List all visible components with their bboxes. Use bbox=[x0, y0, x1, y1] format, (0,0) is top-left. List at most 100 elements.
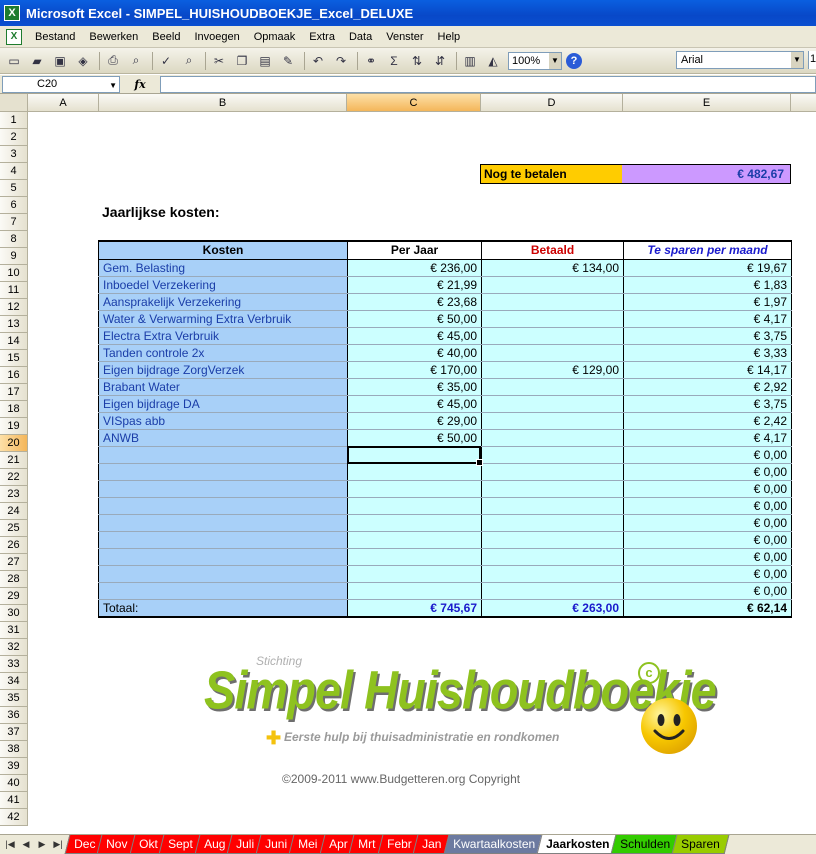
row-header[interactable]: 22 bbox=[0, 469, 28, 486]
cell-kosten[interactable]: Gem. Belasting bbox=[98, 259, 348, 277]
cell-per-jaar[interactable] bbox=[347, 531, 482, 549]
cell-sparen[interactable]: € 0,00 bbox=[623, 548, 792, 566]
row-header[interactable]: 13 bbox=[0, 316, 28, 333]
cell-betaald[interactable] bbox=[481, 531, 624, 549]
cell-kosten[interactable]: VISpas abb bbox=[98, 412, 348, 430]
row-header[interactable]: 15 bbox=[0, 350, 28, 367]
header-sparen[interactable]: Te sparen per maand bbox=[623, 240, 792, 260]
research-icon[interactable]: ⌕ bbox=[179, 51, 199, 71]
next-sheet-icon[interactable]: ▶ bbox=[34, 839, 50, 850]
row-header[interactable]: 7 bbox=[0, 214, 28, 231]
cell-kosten[interactable] bbox=[98, 446, 348, 464]
cell-sparen[interactable]: € 0,00 bbox=[623, 565, 792, 583]
cell-sparen[interactable]: € 0,00 bbox=[623, 497, 792, 515]
cell-sparen[interactable]: € 14,17 bbox=[623, 361, 792, 379]
row-header[interactable]: 16 bbox=[0, 367, 28, 384]
header-per-jaar[interactable]: Per Jaar bbox=[347, 240, 482, 260]
row-header[interactable]: 3 bbox=[0, 146, 28, 163]
cell-kosten[interactable]: Eigen bijdrage ZorgVerzek bbox=[98, 361, 348, 379]
cell-kosten[interactable]: Water & Verwarming Extra Verbruik bbox=[98, 310, 348, 328]
cell-betaald[interactable] bbox=[481, 378, 624, 396]
cell-sparen[interactable]: € 0,00 bbox=[623, 582, 792, 600]
row-header[interactable]: 6 bbox=[0, 197, 28, 214]
column-header-b[interactable]: B bbox=[99, 94, 347, 112]
font-select[interactable]: Arial ▼ bbox=[676, 51, 804, 69]
cell-betaald[interactable] bbox=[481, 310, 624, 328]
column-header-e[interactable]: E bbox=[623, 94, 791, 112]
sort-descending-icon[interactable]: ⇵ bbox=[430, 51, 450, 71]
autosum-icon[interactable]: Σ bbox=[384, 51, 404, 71]
cell-per-jaar[interactable]: € 29,00 bbox=[347, 412, 482, 430]
cell-kosten[interactable] bbox=[98, 497, 348, 515]
row-header[interactable]: 27 bbox=[0, 554, 28, 571]
row-header[interactable]: 10 bbox=[0, 265, 28, 282]
cell-betaald[interactable] bbox=[481, 463, 624, 481]
cell-sparen[interactable]: € 3,33 bbox=[623, 344, 792, 362]
menu-help[interactable]: Help bbox=[431, 26, 468, 48]
cell-sparen[interactable]: € 0,00 bbox=[623, 480, 792, 498]
open-icon[interactable]: ▰ bbox=[27, 51, 47, 71]
cell-per-jaar[interactable]: € 21,99 bbox=[347, 276, 482, 294]
spelling-icon[interactable]: ✓ bbox=[156, 51, 176, 71]
cell-betaald[interactable] bbox=[481, 327, 624, 345]
row-header[interactable]: 38 bbox=[0, 741, 28, 758]
cell-per-jaar[interactable]: € 170,00 bbox=[347, 361, 482, 379]
row-header[interactable]: 42 bbox=[0, 809, 28, 826]
formula-input[interactable] bbox=[160, 75, 816, 93]
cell-sparen[interactable]: € 1,97 bbox=[623, 293, 792, 311]
workbook-icon[interactable]: X bbox=[6, 28, 22, 45]
cell-kosten[interactable] bbox=[98, 480, 348, 498]
name-box[interactable]: C20 ▼ bbox=[2, 75, 120, 93]
row-header[interactable]: 39 bbox=[0, 758, 28, 775]
cell-kosten[interactable]: Eigen bijdrage DA bbox=[98, 395, 348, 413]
cell-sparen[interactable]: € 1,83 bbox=[623, 276, 792, 294]
summary-value[interactable]: € 482,67 bbox=[622, 164, 791, 184]
cell-betaald[interactable] bbox=[481, 514, 624, 532]
row-header[interactable]: 24 bbox=[0, 503, 28, 520]
worksheet-grid[interactable]: A B C D E 1 2 3 4 5 6 7 8 9 10 11 12 13 14 15 16 17 18 19 2… bbox=[0, 94, 816, 834]
print-icon[interactable]: ⎙ bbox=[103, 51, 123, 71]
save-icon[interactable]: ▣ bbox=[50, 51, 70, 71]
row-header[interactable]: 19 bbox=[0, 418, 28, 435]
cell-kosten[interactable]: ANWB bbox=[98, 429, 348, 447]
cell-kosten[interactable]: Inboedel Verzekering bbox=[98, 276, 348, 294]
cell-betaald[interactable] bbox=[481, 276, 624, 294]
total-betaald[interactable]: € 263,00 bbox=[481, 598, 624, 618]
hyperlink-icon[interactable]: ⚭ bbox=[361, 51, 381, 71]
cell-per-jaar[interactable] bbox=[347, 548, 482, 566]
cell-betaald[interactable] bbox=[481, 395, 624, 413]
column-header-a[interactable]: A bbox=[28, 94, 99, 112]
row-header[interactable]: 12 bbox=[0, 299, 28, 316]
cell-betaald[interactable] bbox=[481, 548, 624, 566]
row-header[interactable]: 34 bbox=[0, 673, 28, 690]
row-header[interactable]: 32 bbox=[0, 639, 28, 656]
format-painter-icon[interactable]: ✎ bbox=[278, 51, 298, 71]
row-header[interactable]: 41 bbox=[0, 792, 28, 809]
chart-wizard-icon[interactable]: ▥ bbox=[460, 51, 480, 71]
undo-icon[interactable]: ↶ bbox=[308, 51, 328, 71]
cell-sparen[interactable]: € 4,17 bbox=[623, 429, 792, 447]
zoom-select[interactable]: 100% ▼ bbox=[508, 51, 562, 70]
paste-icon[interactable]: ▤ bbox=[255, 51, 275, 71]
row-header[interactable]: 35 bbox=[0, 690, 28, 707]
cell-kosten[interactable] bbox=[98, 548, 348, 566]
copy-icon[interactable]: ❐ bbox=[232, 51, 252, 71]
redo-icon[interactable]: ↷ bbox=[331, 51, 351, 71]
cell-betaald[interactable] bbox=[481, 293, 624, 311]
total-per-jaar[interactable]: € 745,67 bbox=[347, 598, 482, 618]
row-header[interactable]: 5 bbox=[0, 180, 28, 197]
cell-per-jaar[interactable] bbox=[347, 582, 482, 600]
total-kosten[interactable]: Totaal: bbox=[98, 598, 348, 618]
sheet-tab-sparen[interactable]: Sparen bbox=[671, 835, 730, 854]
cell-betaald[interactable] bbox=[481, 497, 624, 515]
cell-kosten[interactable]: Brabant Water bbox=[98, 378, 348, 396]
row-header[interactable]: 36 bbox=[0, 707, 28, 724]
menu-venster[interactable]: Venster bbox=[379, 26, 430, 48]
row-header[interactable]: 26 bbox=[0, 537, 28, 554]
row-header[interactable]: 17 bbox=[0, 384, 28, 401]
sheet-tab-schulden[interactable]: Schulden bbox=[610, 835, 680, 854]
column-header-c[interactable]: C bbox=[347, 94, 481, 112]
new-icon[interactable]: ▭ bbox=[4, 51, 24, 71]
sheet-tab-jaarkosten[interactable]: Jaarkosten bbox=[536, 835, 619, 854]
cell-per-jaar[interactable]: € 45,00 bbox=[347, 327, 482, 345]
